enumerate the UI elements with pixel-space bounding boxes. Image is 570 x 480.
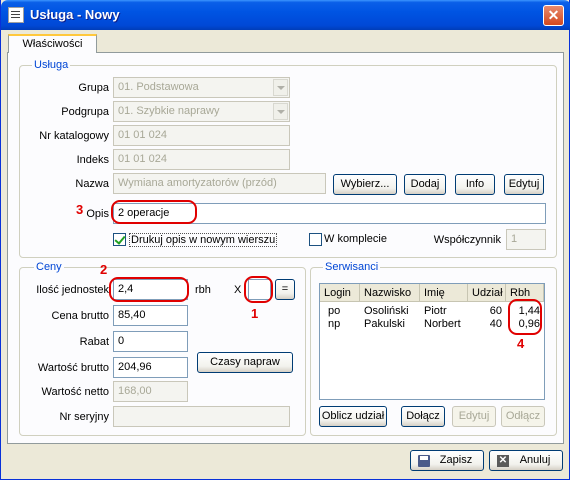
app-icon	[8, 7, 24, 23]
cell-login: np	[328, 318, 341, 330]
zapisz-button[interactable]: Zapisz	[410, 450, 484, 471]
opis-label: Opis	[86, 208, 109, 220]
floppy-disk-icon	[418, 455, 430, 467]
cena-label: Cena brutto	[51, 310, 109, 322]
wspolczynnik-label: Współczynnik	[433, 234, 501, 246]
wnetto-field[interactable]: 168,00	[113, 381, 188, 402]
column-header-nazwisko[interactable]: Nazwisko	[360, 284, 420, 302]
cena-field[interactable]: 85,40	[113, 305, 188, 326]
title-bar[interactable]: Usługa - Nowy ✕	[1, 0, 570, 30]
czasy-napraw-button[interactable]: Czasy napraw	[197, 352, 293, 373]
cancel-icon: ✕	[497, 455, 509, 467]
window-title: Usługa - Nowy	[30, 7, 120, 22]
annotation-number-2: 2	[100, 262, 108, 277]
anuluj-label: Anuluj	[519, 454, 551, 466]
nazwa-field[interactable]: Wymiana amortyzatorów (przód)	[113, 173, 326, 194]
rabat-field[interactable]: 0	[113, 331, 188, 352]
nrser-label: Nr seryjny	[59, 411, 109, 423]
wbrutto-field[interactable]: 204,96	[113, 357, 188, 378]
rabat-label: Rabat	[79, 336, 109, 348]
annotation-circle-opis	[111, 200, 197, 224]
nazwa-label: Nazwa	[75, 178, 109, 190]
column-header-udzial[interactable]: Udział	[468, 284, 506, 302]
grupa-combo[interactable]: 01. Podstawowa	[113, 77, 290, 98]
chevron-down-icon[interactable]	[273, 103, 288, 120]
edytuj-button[interactable]: Edytuj	[504, 174, 544, 195]
checkmark-icon	[114, 233, 126, 245]
cell-nazwisko: Pakulski	[364, 318, 405, 330]
annotation-number-1: 1	[251, 306, 259, 321]
close-button[interactable]: ✕	[543, 5, 564, 26]
annotation-number-3: 3	[76, 202, 84, 217]
oblicz-udzial-button[interactable]: Oblicz udział	[319, 406, 387, 427]
podgrupa-label: Podgrupa	[61, 106, 109, 118]
zapisz-label: Zapisz	[439, 454, 473, 466]
chevron-down-icon[interactable]	[273, 79, 288, 96]
wbrutto-label: Wartość brutto	[37, 362, 109, 374]
nrkat-label: Nr katalogowy	[39, 130, 109, 142]
podgrupa-value: 01. Szybkie naprawy	[118, 105, 220, 117]
drukuj-checkbox[interactable]	[113, 233, 126, 246]
indeks-field[interactable]: 01 01 024	[113, 149, 290, 170]
wkomplecie-checkbox[interactable]	[309, 233, 322, 246]
usluga-legend: Usługa	[32, 59, 71, 71]
ceny-legend: Ceny	[34, 261, 64, 273]
nrser-field[interactable]	[113, 406, 290, 427]
annotation-circle-x	[244, 276, 273, 303]
wnetto-label: Wartość netto	[41, 386, 109, 398]
serwisanci-legend: Serwisanci	[323, 261, 381, 273]
column-header-imie[interactable]: Imię	[420, 284, 468, 302]
dolacz-button[interactable]: Dołącz	[401, 406, 445, 427]
column-header-login[interactable]: Login	[320, 284, 360, 302]
cell-nazwisko: Osoliński	[364, 305, 409, 317]
wspolczynnik-field[interactable]: 1	[506, 229, 546, 250]
nrkat-field[interactable]: 01 01 024	[113, 125, 290, 146]
indeks-label: Indeks	[76, 154, 109, 166]
cell-imie: Norbert	[424, 318, 461, 330]
edytuj-serwisant-button[interactable]: Edytuj	[452, 406, 496, 427]
dodaj-button[interactable]: Dodaj	[404, 174, 446, 195]
odlacz-button[interactable]: Odłącz	[501, 406, 545, 427]
annotation-circle-rbh	[508, 299, 542, 335]
cell-udzial: 60	[489, 305, 502, 317]
grupa-value: 01. Podstawowa	[118, 81, 199, 93]
wybierz-button[interactable]: Wybierz...	[333, 174, 397, 195]
ilosc-unit: rbh	[195, 284, 211, 296]
ilosc-label: Ilość jednostek	[36, 284, 109, 296]
drukuj-label[interactable]: Drukuj opis w nowym wierszu	[129, 233, 278, 247]
x-label: X	[234, 284, 242, 296]
podgrupa-combo[interactable]: 01. Szybkie naprawy	[113, 101, 290, 122]
cell-login: po	[328, 305, 341, 317]
dialog-window: Usługa - Nowy ✕ Właściwości Usługa Grupa…	[0, 0, 570, 480]
cell-imie: Piotr	[424, 305, 447, 317]
grupa-label: Grupa	[78, 82, 109, 94]
cell-udzial: 40	[489, 318, 502, 330]
annotation-circle-ilosc	[109, 277, 189, 302]
anuluj-button[interactable]: ✕ Anuluj	[489, 450, 563, 471]
wkomplecie-label[interactable]: W komplecie	[324, 233, 387, 245]
tab-wlasciwosci[interactable]: Właściwości	[8, 34, 97, 53]
info-button[interactable]: Info	[455, 174, 495, 195]
equals-button[interactable]: =	[275, 279, 295, 300]
annotation-number-4: 4	[517, 336, 525, 351]
